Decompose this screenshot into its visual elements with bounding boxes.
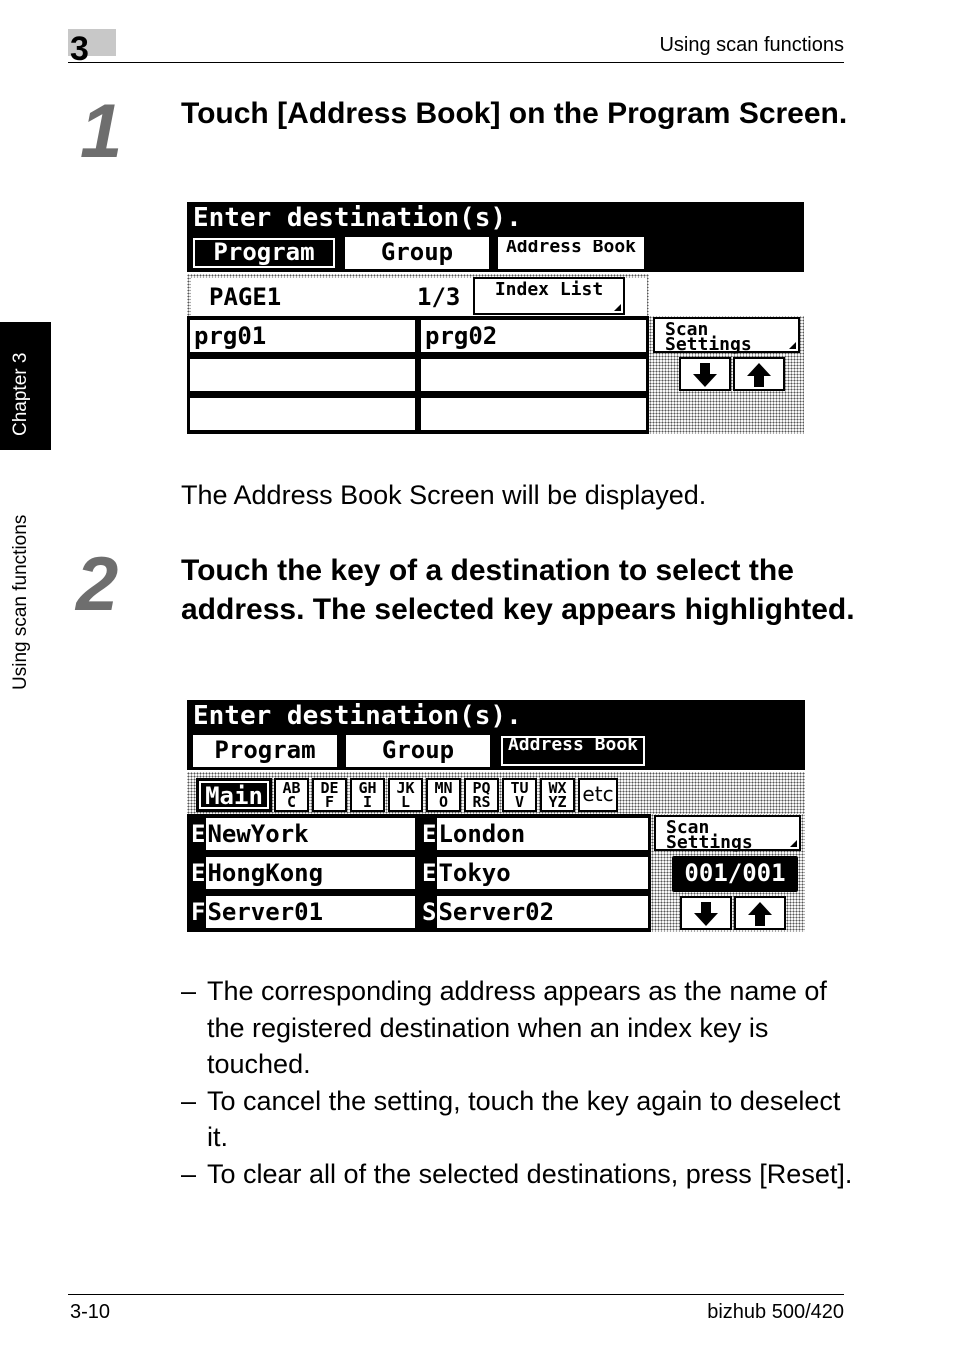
destination-type-badge: E bbox=[421, 857, 438, 889]
product-name: bizhub 500/420 bbox=[707, 1301, 844, 1323]
destination-key[interactable]: SServer02 bbox=[419, 894, 650, 930]
running-title: Using scan functions bbox=[659, 34, 844, 56]
destination-key[interactable]: FServer01 bbox=[188, 894, 417, 930]
destination-name: Tokyo bbox=[438, 859, 511, 887]
note-item: – To clear all of the selected destinatio… bbox=[181, 1156, 861, 1193]
program-key[interactable] bbox=[188, 357, 417, 393]
arrow-down-icon bbox=[693, 363, 717, 387]
index-key[interactable]: WX YZ bbox=[540, 778, 575, 812]
page-label: PAGE1 bbox=[209, 283, 282, 311]
destination-type-badge: E bbox=[190, 857, 207, 889]
index-key[interactable]: TU V bbox=[502, 778, 537, 812]
step-1-result: The Address Book Screen will be displaye… bbox=[181, 480, 707, 510]
step-1-title: Touch [Address Book] on the Program Scre… bbox=[181, 97, 848, 130]
page-up-button[interactable] bbox=[734, 896, 786, 930]
chapter-number: 3 bbox=[70, 30, 89, 68]
arrow-down-icon bbox=[694, 902, 718, 926]
page-number: 3-10 bbox=[70, 1301, 111, 1323]
destination-type-badge: F bbox=[190, 896, 207, 928]
program-key[interactable]: prg02 bbox=[419, 318, 648, 354]
tab-group[interactable]: Group bbox=[343, 235, 491, 271]
scan-settings-label: Scan Settings bbox=[665, 319, 752, 355]
index-list-label: Index List bbox=[494, 279, 604, 300]
tab-address-book[interactable]: Address Book bbox=[498, 733, 648, 769]
program-key[interactable]: prg01 bbox=[188, 318, 417, 354]
tab-program[interactable]: Program bbox=[190, 235, 338, 271]
program-key[interactable] bbox=[188, 396, 417, 432]
program-screen: Enter destination(s). Program Group Addr… bbox=[187, 202, 804, 434]
arrow-up-icon bbox=[747, 363, 771, 387]
program-key[interactable] bbox=[419, 396, 648, 432]
step-2-title: Touch the key of a destination to select… bbox=[181, 554, 855, 626]
destination-key[interactable]: ENewYork bbox=[188, 816, 417, 852]
destination-name: HongKong bbox=[207, 859, 324, 887]
destination-key[interactable]: ELondon bbox=[419, 816, 650, 852]
address-book-screen: Enter destination(s). Program Group Addr… bbox=[187, 700, 805, 932]
tab-address-book[interactable]: Address Book bbox=[496, 235, 646, 271]
page-count: 1/3 bbox=[417, 283, 461, 311]
index-key[interactable]: JK L bbox=[388, 778, 423, 812]
scan-settings-button[interactable]: Scan Settings bbox=[653, 317, 800, 355]
destination-key[interactable]: EHongKong bbox=[188, 855, 417, 891]
destination-type-badge: S bbox=[421, 896, 438, 928]
tab-program[interactable]: Program bbox=[191, 733, 339, 769]
destination-name: London bbox=[438, 820, 526, 848]
index-key[interactable]: AB C bbox=[274, 778, 309, 812]
notes-list: – The corresponding address appears as th… bbox=[181, 973, 861, 1192]
screen-title-bar: Enter destination(s). bbox=[187, 700, 805, 731]
program-key[interactable] bbox=[419, 357, 648, 393]
header-rule bbox=[68, 62, 844, 63]
destination-type-badge: E bbox=[421, 818, 438, 850]
index-key[interactable]: PQ RS bbox=[464, 778, 499, 812]
destination-name: NewYork bbox=[207, 820, 309, 848]
chapter-side-tab-label: Chapter 3 bbox=[10, 352, 31, 436]
destination-key[interactable]: ETokyo bbox=[419, 855, 650, 891]
index-list-button[interactable]: Index List bbox=[473, 277, 625, 315]
index-key[interactable]: MN O bbox=[426, 778, 461, 812]
note-item: – The corresponding address appears as th… bbox=[181, 973, 861, 1083]
index-key[interactable]: DE F bbox=[312, 778, 347, 812]
index-key-etc[interactable]: etc bbox=[578, 778, 618, 812]
index-key[interactable]: GH I bbox=[350, 778, 385, 812]
scan-settings-button[interactable]: Scan Settings bbox=[654, 815, 801, 853]
index-key-main[interactable]: Main bbox=[196, 778, 272, 812]
note-text: To cancel the setting, touch the key aga… bbox=[207, 1085, 841, 1153]
page-down-button[interactable] bbox=[679, 357, 731, 391]
dash-bullet: – bbox=[181, 1158, 197, 1189]
dash-bullet: – bbox=[181, 1085, 197, 1116]
note-text: The corresponding address appears as the… bbox=[207, 976, 827, 1079]
tab-group[interactable]: Group bbox=[344, 733, 492, 769]
dash-bullet: – bbox=[181, 976, 197, 1006]
page-up-button[interactable] bbox=[733, 357, 785, 391]
destination-type-badge: E bbox=[190, 818, 207, 850]
arrow-up-icon bbox=[748, 902, 772, 926]
section-side-tab-label: Using scan functions bbox=[10, 514, 31, 690]
scan-settings-label: Scan Settings bbox=[666, 817, 753, 853]
note-text: To clear all of the selected destination… bbox=[207, 1158, 853, 1189]
corner-triangle-icon bbox=[790, 840, 797, 847]
footer-rule bbox=[68, 1294, 844, 1295]
destination-name: Server02 bbox=[438, 898, 555, 926]
note-item: – To cancel the setting, touch the key ag… bbox=[181, 1083, 861, 1156]
page-down-button[interactable] bbox=[680, 896, 732, 930]
page-counter: 001/001 bbox=[672, 856, 798, 892]
corner-triangle-icon bbox=[614, 304, 621, 311]
destination-name: Server01 bbox=[207, 898, 324, 926]
step-2-number: 2 bbox=[76, 542, 119, 627]
screen-title-bar: Enter destination(s). bbox=[187, 202, 804, 233]
step-1-number: 1 bbox=[80, 89, 123, 174]
corner-triangle-icon bbox=[789, 342, 796, 349]
